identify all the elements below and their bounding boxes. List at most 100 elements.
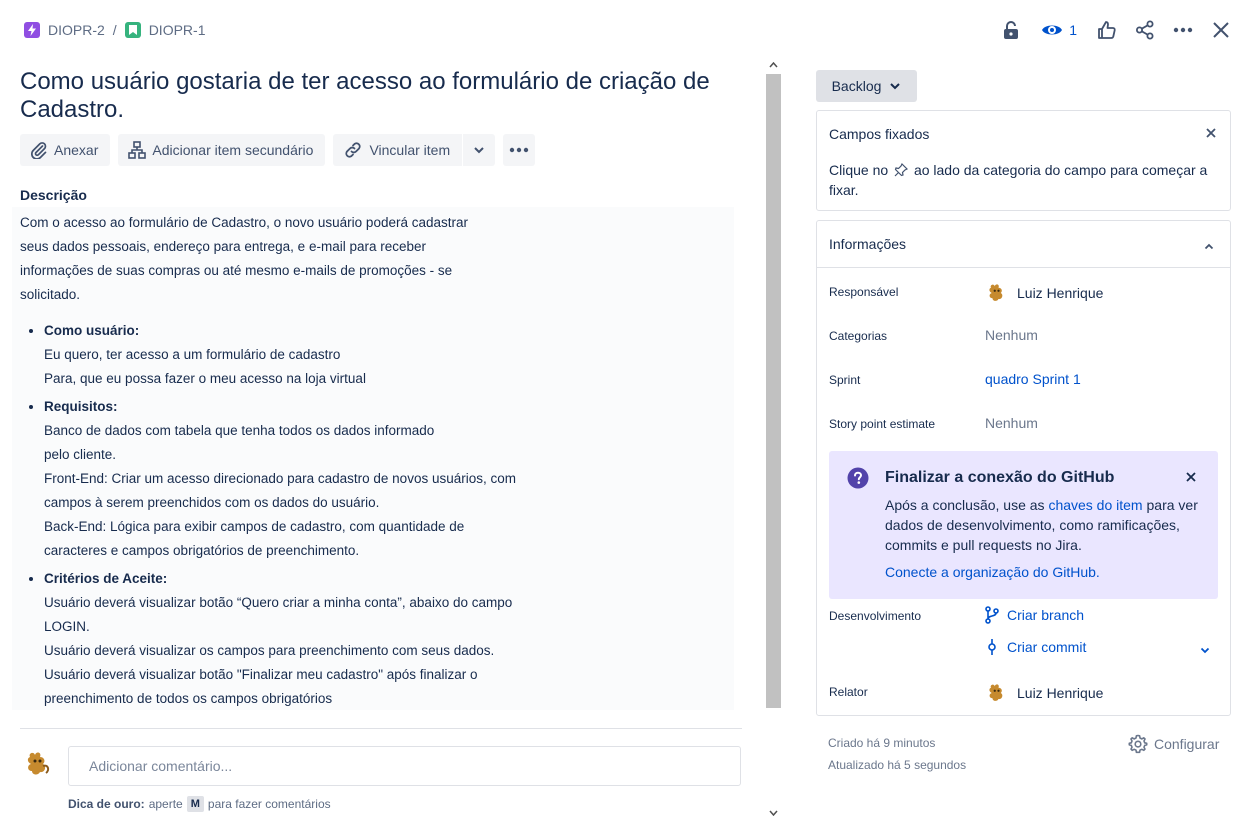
close-button[interactable] — [1205, 14, 1237, 46]
labels-field[interactable]: Nenhum — [985, 327, 1038, 343]
breadcrumb-parent[interactable]: DIOPR-2 — [24, 22, 105, 38]
more-actions-button[interactable] — [1167, 14, 1199, 46]
github-banner-title: Finalizar a conexão do GitHub — [885, 469, 1115, 486]
restrictions-button[interactable] — [995, 14, 1027, 46]
epic-icon — [24, 22, 40, 38]
tip-press: aperte — [148, 797, 183, 811]
reporter-field[interactable]: Luiz Henrique — [985, 681, 1103, 705]
more-icon — [1173, 27, 1193, 33]
chevron-down-icon — [890, 83, 901, 90]
pinned-fields-text: Clique no ao lado da categoria do campo … — [829, 160, 1219, 200]
configure-button[interactable]: Configurar — [1128, 734, 1219, 754]
paperclip-icon — [31, 142, 47, 159]
pinned-fields-close-button[interactable] — [1206, 125, 1216, 141]
comment-tip: Dica de ouro: aperte M para fazer coment… — [68, 796, 331, 812]
eye-icon — [1042, 25, 1063, 35]
section-heading: Requisitos: — [44, 399, 118, 414]
branch-icon — [985, 606, 999, 624]
section-line: preenchimento de todos os campos obrigat… — [44, 691, 333, 706]
section-line: Banco de dados com tabela que tenha todo… — [44, 423, 435, 438]
issue-toolbar: 1 — [995, 14, 1237, 46]
link-issue-dropdown[interactable] — [463, 134, 495, 166]
comment-placeholder: Adicionar comentário... — [89, 758, 233, 774]
breadcrumb-separator: / — [112, 22, 117, 38]
create-commit-button[interactable]: Criar commit — [985, 638, 1086, 656]
story-points-field[interactable]: Nenhum — [985, 415, 1038, 431]
link-issue-group: Vincular item — [333, 134, 496, 166]
avatar — [23, 749, 53, 779]
section-line: LOGIN. — [44, 619, 90, 634]
breadcrumb-current[interactable]: DIOPR-1 — [124, 22, 206, 38]
description-intro: Com o acesso ao formulário de Cadastro, … — [20, 215, 468, 302]
status-label: Backlog — [831, 78, 882, 94]
details-panel: Informações Responsável Luiz Henrique Ca… — [816, 220, 1231, 716]
description-label: Descrição — [20, 187, 87, 203]
pinned-text-before: Clique no — [829, 162, 889, 178]
tip-bold: Dica de ouro: — [68, 797, 145, 811]
development-expand-button[interactable] — [1200, 641, 1210, 657]
details-title: Informações — [829, 236, 907, 252]
section-line: pelo cliente. — [44, 447, 117, 462]
pinned-fields-panel: Campos fixados Clique no ao lado da cate… — [816, 110, 1231, 211]
create-branch-button[interactable]: Criar branch — [985, 606, 1084, 624]
story-icon — [124, 22, 141, 38]
chevron-down-icon — [1200, 647, 1210, 654]
section-line: Usuário deverá visualizar os campos para… — [44, 643, 495, 658]
issue-keys-link[interactable]: chaves do item — [1048, 497, 1142, 513]
close-icon — [1186, 472, 1196, 482]
share-button[interactable] — [1129, 14, 1161, 46]
breadcrumb-parent-label[interactable]: DIOPR-2 — [48, 22, 105, 38]
description-body[interactable]: Com o acesso ao formulário de Cadastro, … — [12, 207, 734, 710]
section-line: Eu quero, ter acesso a um formulário de … — [44, 347, 341, 362]
details-divider — [817, 267, 1230, 268]
sprint-field[interactable]: quadro Sprint 1 — [985, 371, 1081, 387]
scrollbar-thumb[interactable] — [766, 74, 781, 708]
github-banner-body: Após a conclusão, use as chaves do item … — [885, 495, 1205, 555]
gear-icon — [1128, 734, 1148, 754]
chevron-up-icon — [1204, 243, 1214, 250]
comment-input[interactable]: Adicionar comentário... — [68, 746, 741, 786]
github-banner: Finalizar a conexão do GitHub Após a con… — [829, 451, 1218, 599]
connect-github-link[interactable]: Conecte a organização do GitHub. — [885, 564, 1100, 580]
labels-label: Categorias — [829, 329, 888, 343]
updated-timestamp: Atualizado há 5 segundos — [828, 758, 967, 772]
watch-button[interactable]: 1 — [1033, 14, 1085, 46]
attach-label: Anexar — [54, 142, 99, 158]
assignee-value: Luiz Henrique — [1017, 285, 1104, 301]
more-issue-actions-button[interactable] — [503, 134, 536, 166]
create-branch-label: Criar branch — [1007, 607, 1085, 623]
left-scrollbar[interactable] — [765, 60, 781, 822]
attach-button[interactable]: Anexar — [20, 134, 111, 166]
breadcrumb-current-label[interactable]: DIOPR-1 — [149, 22, 206, 38]
details-collapse-button[interactable] — [1204, 237, 1214, 253]
chevron-down-icon — [474, 147, 484, 154]
scroll-down-arrow-icon[interactable] — [769, 810, 778, 816]
create-commit-label: Criar commit — [1007, 639, 1087, 655]
list-item: Critérios de Aceite: Usuário deverá visu… — [44, 567, 726, 711]
status-dropdown[interactable]: Backlog — [816, 70, 917, 102]
commit-icon — [988, 639, 996, 655]
github-banner-close-button[interactable] — [1186, 469, 1196, 485]
avatar — [989, 284, 1003, 301]
description-list: Como usuário: Eu quero, ter acesso a um … — [20, 319, 726, 711]
section-line: caracteres e campos obrigatórios de pree… — [44, 543, 360, 558]
list-item: Requisitos: Banco de dados com tabela qu… — [44, 395, 726, 563]
issue-actions: Anexar Adicionar item secundário Vincula… — [20, 134, 536, 166]
breadcrumb: DIOPR-2 / DIOPR-1 — [24, 22, 205, 38]
issue-title[interactable]: Como usuário gostaria de ter acesso ao f… — [20, 68, 720, 124]
tip-rest: para fazer comentários — [207, 797, 331, 811]
section-line: Front-End: Criar um acesso direcionado p… — [44, 471, 516, 486]
scroll-up-arrow-icon[interactable] — [769, 62, 778, 68]
keyboard-key: M — [186, 796, 204, 812]
assignee-field[interactable]: Luiz Henrique — [985, 281, 1103, 305]
share-icon — [1136, 20, 1154, 40]
section-line: Back-End: Lógica para exibir campos de c… — [44, 519, 465, 534]
section-line: Usuário deverá visualizar botão "Finaliz… — [44, 667, 478, 682]
thumbs-up-icon — [1098, 21, 1116, 39]
issue-main-panel: Como usuário gostaria de ter acesso ao f… — [0, 60, 781, 822]
sprint-label: Sprint — [829, 373, 861, 387]
vote-button[interactable] — [1091, 14, 1123, 46]
link-issue-button[interactable]: Vincular item — [333, 134, 462, 166]
add-child-issue-button[interactable]: Adicionar item secundário — [118, 134, 326, 166]
hierarchy-icon — [128, 141, 147, 159]
